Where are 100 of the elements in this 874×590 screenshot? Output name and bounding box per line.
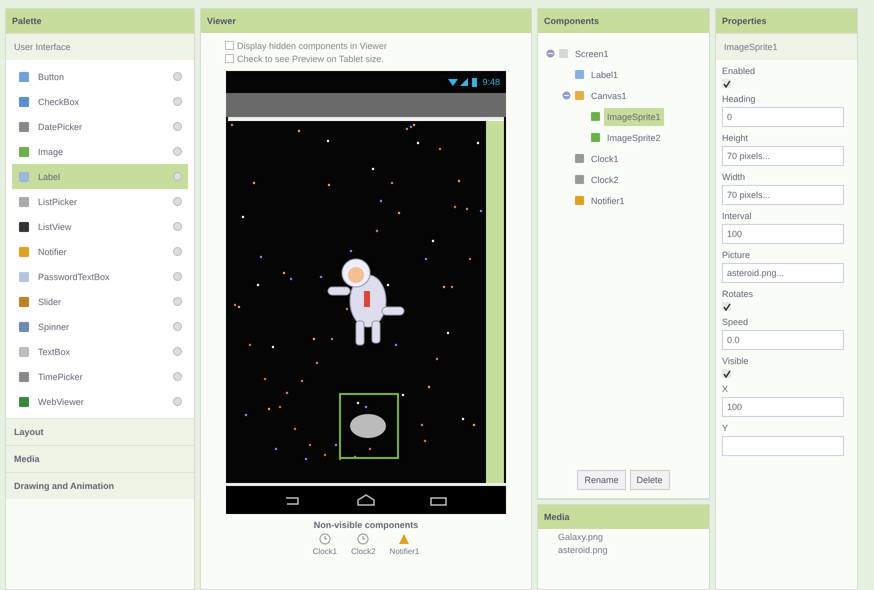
help-icon[interactable] [173,197,182,206]
help-icon[interactable] [173,72,182,81]
media-file[interactable]: Galaxy.png [538,529,709,542]
component-icon [574,174,585,185]
tree-item[interactable]: Label1 [588,66,622,84]
component-label: Clock2 [351,547,376,556]
tree-item[interactable]: Canvas1 [588,86,630,104]
property-label: Interval [722,211,753,221]
component-icon [18,170,30,182]
palette-item[interactable]: WebViewer [12,389,188,414]
component-name: ImageSprite1 [716,33,857,60]
palette-item[interactable]: Spinner [12,314,188,339]
palette-item[interactable]: Slider [12,289,188,314]
component-icon [18,320,30,332]
property-label: Heading [722,94,757,104]
status-time: 9:48 [482,77,500,87]
component-icon [18,246,30,258]
input-field[interactable]: asteroid.png... [722,263,844,283]
component-icon [574,153,585,164]
input-field[interactable]: 100 [722,397,844,417]
palette-item[interactable]: TextBox [12,339,188,364]
tree-item[interactable]: ImageSprite2 [604,128,664,146]
component-icon [18,346,30,358]
component-icon [18,370,30,382]
component-icon [18,270,30,282]
option-label: Check to see Preview on Tablet size. [237,54,384,64]
help-icon[interactable] [173,322,182,331]
property-label: Picture [722,250,752,260]
component-icon [18,220,30,232]
component-icon [18,120,30,132]
component-icon [18,196,30,208]
component-icon [558,48,569,59]
tree-item[interactable]: Clock2 [588,170,622,188]
component-icon [18,396,30,408]
palette-item[interactable]: Image [12,139,188,164]
tree-item[interactable]: Clock1 [588,150,622,168]
clock-icon [357,533,370,545]
palette-group-header[interactable]: Layout [6,418,194,445]
palette-item[interactable]: TimePicker [12,364,188,389]
component-label: Notifier1 [390,547,420,556]
asteroid-sprite[interactable] [339,393,399,459]
tree-item[interactable]: ImageSprite1 [604,108,664,126]
clock-icon [318,533,331,545]
signal-icons [448,77,478,87]
home-icon[interactable] [356,494,376,506]
component-icon [574,69,585,80]
help-icon[interactable] [173,297,182,306]
input-field[interactable]: 0 [722,107,844,127]
input-field[interactable]: 0.0 [722,330,844,350]
component-icon [18,146,30,158]
expand-toggle-icon[interactable] [562,91,571,100]
property-label: Speed [722,317,750,327]
help-icon[interactable] [173,372,182,381]
help-icon[interactable] [173,272,182,281]
help-icon[interactable] [173,397,182,406]
help-icon[interactable] [173,122,182,131]
help-icon[interactable] [173,222,182,231]
property-label: Enabled [722,66,756,76]
palette-item[interactable]: Notifier [12,239,188,264]
palette-group-header[interactable]: Media [6,445,194,472]
palette-group-header[interactable]: User Interface [6,33,194,60]
help-icon[interactable] [173,97,182,106]
component-icon [590,132,601,143]
palette-item[interactable]: Button [12,64,188,89]
checkbox[interactable] [225,41,234,50]
help-icon[interactable] [173,247,182,256]
palette-item[interactable]: Label [12,164,188,189]
input-field[interactable] [722,436,844,456]
help-icon[interactable] [173,347,182,356]
help-icon[interactable] [173,147,182,156]
property-label: Width [722,172,746,182]
checkbox[interactable] [722,369,731,378]
component-label: Clock1 [312,547,338,556]
action-button[interactable]: Delete [630,470,670,490]
warning-icon [398,533,410,545]
media-file[interactable]: asteroid.png [538,542,709,555]
tree-item[interactable]: Screen1 [572,44,612,62]
input-field[interactable]: 70 pixels... [722,185,844,205]
tree-item[interactable]: Notifier1 [588,192,628,210]
input-field[interactable]: 70 pixels... [722,146,844,166]
panel-header: Viewer [201,9,531,33]
input-field[interactable]: 100 [722,224,844,244]
component-icon [574,90,585,101]
option-label: Display hidden components in Viewer [237,40,387,50]
action-button[interactable]: Rename [577,470,626,490]
palette-item[interactable]: CheckBox [12,89,188,114]
palette-group-header[interactable]: Drawing and Animation [6,472,194,499]
expand-toggle-icon[interactable] [546,49,555,58]
panel-header: Components [538,9,709,33]
component-icon [18,296,30,308]
palette-item[interactable]: ListView [12,214,188,239]
palette-item[interactable]: PasswordTextBox [12,264,188,289]
checkbox[interactable] [225,54,234,63]
checkbox[interactable] [722,302,731,311]
palette-item[interactable]: ListPicker [12,189,188,214]
help-icon[interactable] [173,172,182,181]
panel-header: Media [538,505,709,529]
palette-item[interactable]: DatePicker [12,114,188,139]
checkbox[interactable] [722,79,731,88]
property-label: Y [722,423,730,433]
